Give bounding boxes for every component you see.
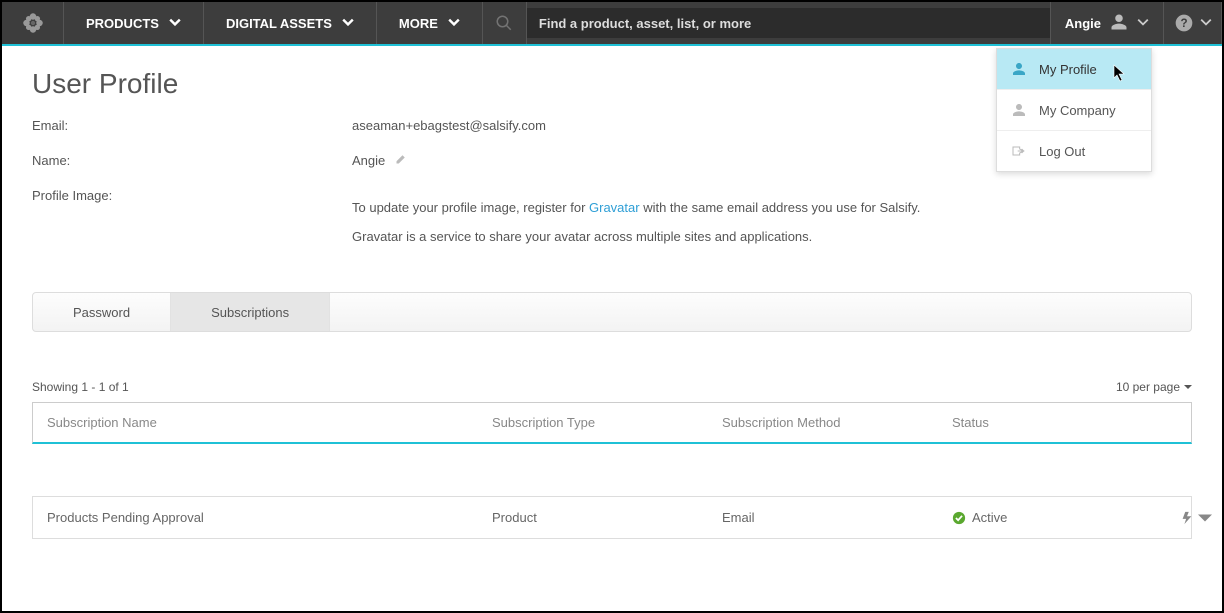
subscriptions-table-body: Products Pending Approval Product Email … <box>32 496 1192 539</box>
per-page-label: 10 per page <box>1116 380 1180 394</box>
email-label: Email: <box>32 118 352 133</box>
subscriptions-table-header: Subscription Name Subscription Type Subs… <box>32 402 1192 444</box>
row-actions[interactable] <box>1122 511 1212 525</box>
cell-type: Product <box>492 510 722 525</box>
table-row[interactable]: Products Pending Approval Product Email … <box>32 496 1192 539</box>
profile-image-label: Profile Image: <box>32 188 352 244</box>
chevron-down-icon <box>169 16 181 31</box>
chevron-down-icon <box>342 16 354 31</box>
per-page-selector[interactable]: 10 per page <box>1116 380 1192 394</box>
profile-image-help: To update your profile image, register f… <box>352 188 1192 244</box>
help-icon: ? <box>1174 13 1194 33</box>
tab-subscriptions[interactable]: Subscriptions <box>171 293 330 331</box>
edit-name-icon[interactable] <box>395 153 407 168</box>
nav-more[interactable]: MORE <box>377 2 483 44</box>
col-subscription-name: Subscription Name <box>47 415 492 430</box>
user-dropdown: My Profile My Company Log Out <box>996 48 1152 172</box>
chevron-down-icon <box>448 16 460 31</box>
nav-products-label: PRODUCTS <box>86 16 159 31</box>
caret-down-icon <box>1198 511 1212 525</box>
menu-logout-label: Log Out <box>1039 144 1085 159</box>
name-label: Name: <box>32 153 352 168</box>
mouse-cursor-icon <box>1113 64 1127 85</box>
col-subscription-type: Subscription Type <box>492 415 722 430</box>
name-text: Angie <box>352 153 385 168</box>
bolt-icon <box>1180 511 1194 525</box>
check-circle-icon <box>952 511 966 525</box>
menu-my-company[interactable]: My Company <box>997 90 1151 131</box>
menu-profile-label: My Profile <box>1039 62 1097 77</box>
nav-products[interactable]: PRODUCTS <box>64 2 204 44</box>
menu-my-profile[interactable]: My Profile <box>997 49 1151 90</box>
search-input[interactable] <box>527 8 1050 38</box>
nav-digital-assets[interactable]: DIGITAL ASSETS <box>204 2 377 44</box>
gravatar-link[interactable]: Gravatar <box>589 200 640 215</box>
nav-assets-label: DIGITAL ASSETS <box>226 16 332 31</box>
svg-text:?: ? <box>1180 17 1187 30</box>
caret-down-icon <box>1184 383 1192 391</box>
gravatar-text-2: Gravatar is a service to share your avat… <box>352 229 1192 244</box>
search-icon[interactable] <box>483 2 527 44</box>
chevron-down-icon <box>1137 16 1149 31</box>
logo-icon[interactable] <box>2 2 64 44</box>
user-icon <box>1011 61 1027 77</box>
cell-name: Products Pending Approval <box>47 510 492 525</box>
col-subscription-method: Subscription Method <box>722 415 952 430</box>
menu-company-label: My Company <box>1039 103 1116 118</box>
top-nav: PRODUCTS DIGITAL ASSETS MORE Angie ? <box>2 2 1222 46</box>
nav-more-label: MORE <box>399 16 438 31</box>
user-name: Angie <box>1065 16 1101 31</box>
col-status: Status <box>952 415 1122 430</box>
user-icon <box>1109 12 1129 35</box>
chevron-down-icon <box>1200 16 1212 31</box>
user-icon <box>1011 102 1027 118</box>
cell-method: Email <box>722 510 952 525</box>
profile-tabs: Password Subscriptions <box>32 292 1192 332</box>
tab-password[interactable]: Password <box>33 293 171 331</box>
gravatar-text-1b: with the same email address you use for … <box>640 200 921 215</box>
cell-status: Active <box>952 510 1122 525</box>
help-menu[interactable]: ? <box>1164 2 1222 44</box>
menu-log-out[interactable]: Log Out <box>997 131 1151 171</box>
search-container <box>527 2 1051 44</box>
table-summary-bar: Showing 1 - 1 of 1 10 per page <box>32 380 1192 394</box>
logout-icon <box>1011 143 1027 159</box>
showing-count: Showing 1 - 1 of 1 <box>32 380 129 394</box>
user-menu-toggle[interactable]: Angie <box>1051 2 1164 44</box>
status-text: Active <box>972 510 1007 525</box>
gravatar-text-1a: To update your profile image, register f… <box>352 200 589 215</box>
